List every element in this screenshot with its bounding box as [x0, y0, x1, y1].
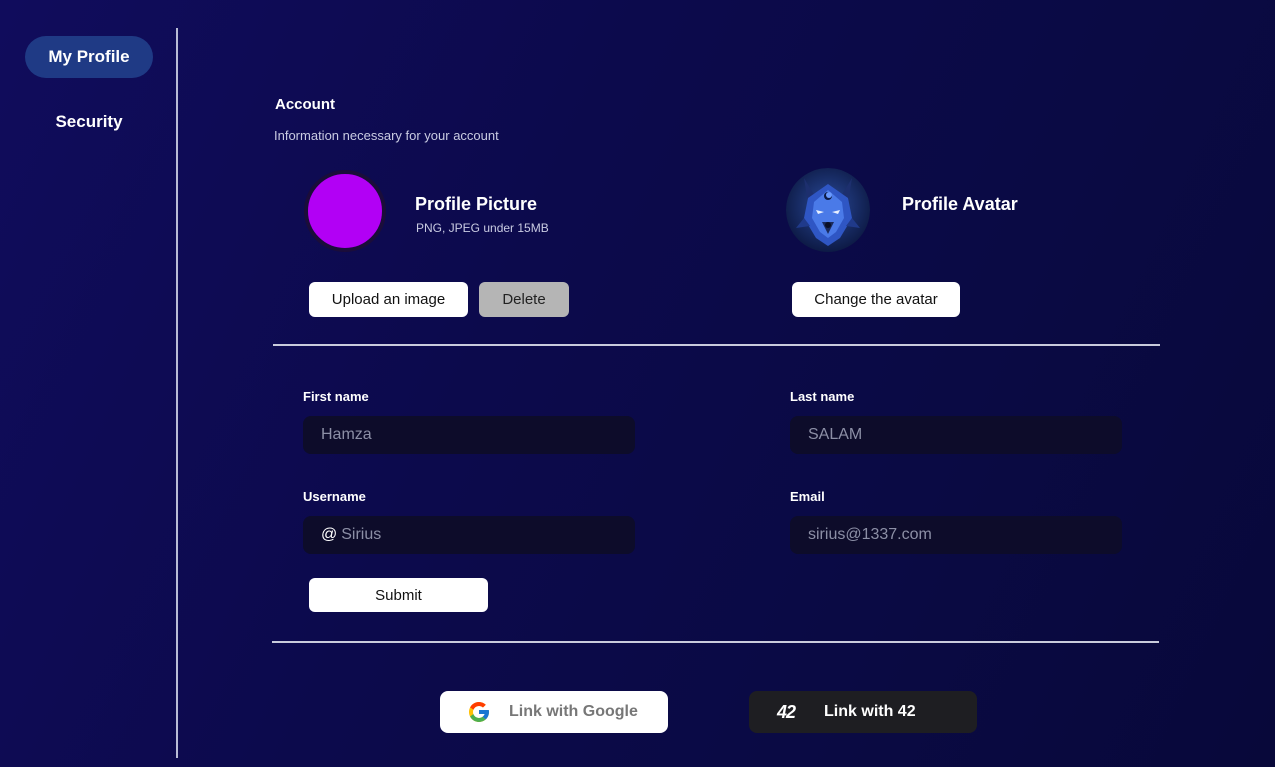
- username-label: Username: [303, 489, 366, 504]
- sidebar-divider: [176, 28, 178, 758]
- sidebar: My Profile Security: [0, 0, 178, 767]
- submit-button[interactable]: Submit: [309, 578, 488, 612]
- link-42-button[interactable]: 42 Link with 42: [749, 691, 977, 733]
- profile-picture-hint: PNG, JPEG under 15MB: [416, 221, 549, 235]
- wolf-avatar-icon: [786, 168, 870, 252]
- change-avatar-button[interactable]: Change the avatar: [792, 282, 960, 317]
- username-input[interactable]: [337, 525, 635, 545]
- first-name-input[interactable]: [303, 416, 635, 454]
- sidebar-item-my-profile[interactable]: My Profile: [25, 36, 153, 78]
- link-42-label: Link with 42: [824, 703, 916, 720]
- link-google-label: Link with Google: [509, 703, 638, 720]
- upload-image-button[interactable]: Upload an image: [309, 282, 468, 317]
- profile-avatar-title: Profile Avatar: [902, 194, 1018, 214]
- last-name-input[interactable]: [790, 416, 1122, 454]
- profile-picture: [304, 170, 386, 252]
- section-divider: [273, 344, 1160, 346]
- email-label: Email: [790, 489, 825, 504]
- 42-logo-icon: 42: [777, 701, 796, 722]
- delete-button[interactable]: Delete: [479, 282, 569, 317]
- google-icon: [467, 700, 491, 724]
- last-name-label: Last name: [790, 389, 855, 404]
- profile-picture-title: Profile Picture: [415, 194, 538, 214]
- first-name-label: First name: [303, 389, 369, 404]
- account-title: Account: [275, 96, 335, 113]
- sidebar-item-security[interactable]: Security: [25, 101, 153, 143]
- at-prefix: @: [321, 526, 338, 543]
- section-divider-bottom: [272, 641, 1159, 643]
- account-subtitle: Information necessary for your account: [274, 128, 499, 143]
- email-input[interactable]: [790, 516, 1122, 554]
- link-google-button[interactable]: Link with Google: [440, 691, 668, 733]
- username-field: @: [303, 516, 635, 554]
